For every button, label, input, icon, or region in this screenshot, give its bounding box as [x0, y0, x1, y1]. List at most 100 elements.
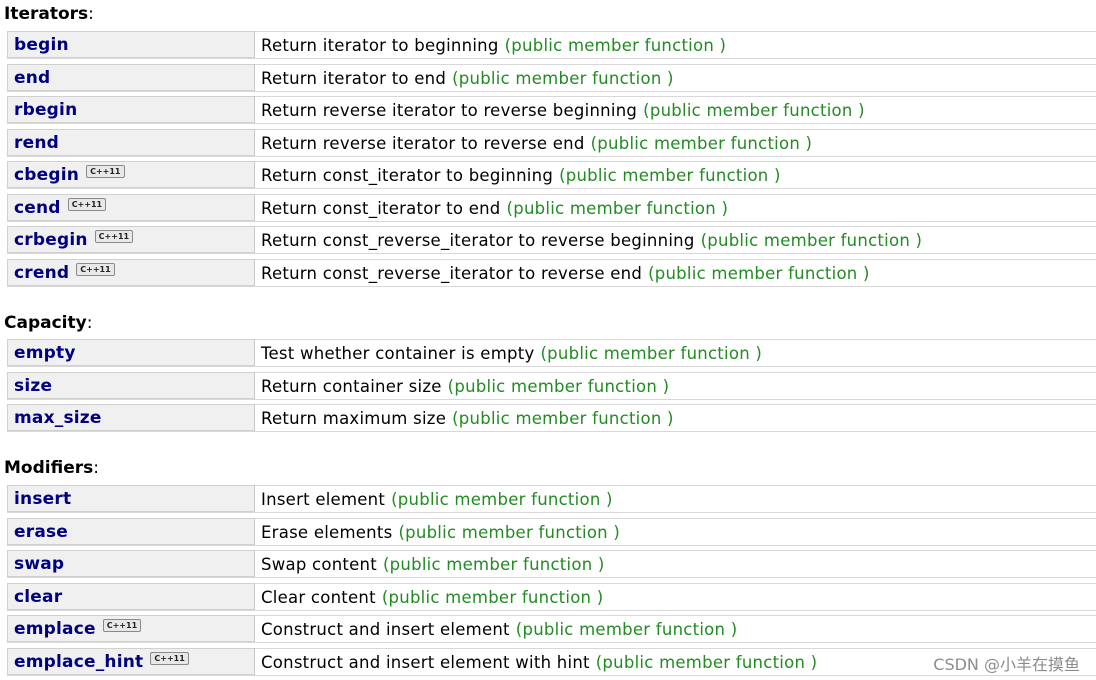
- member-description-cell: Return maximum size (public member functi…: [255, 404, 1096, 431]
- member-kind: (public member function ): [559, 165, 781, 185]
- member-row-crbegin: crbegin C++11 Return const_reverse_iterato…: [7, 226, 1096, 254]
- section-title-text: Modifiers: [4, 458, 94, 478]
- member-description: Return reverse iterator to reverse begin…: [261, 100, 638, 120]
- cpp11-badge-icon: C++11: [86, 165, 125, 178]
- section-title-colon: :: [93, 458, 99, 478]
- member-link-begin[interactable]: begin: [14, 35, 69, 55]
- member-link-clear[interactable]: clear: [14, 587, 62, 607]
- member-description: Erase elements: [261, 522, 393, 542]
- member-description-cell: Return const_iterator to beginning (publi…: [255, 161, 1096, 188]
- member-description: Test whether container is empty: [261, 343, 535, 363]
- member-kind: (public member function ): [452, 68, 674, 88]
- member-link-max-size[interactable]: max_size: [14, 408, 102, 428]
- member-name-cell: swap: [7, 550, 255, 577]
- member-name-cell: cbegin C++11: [7, 161, 255, 188]
- member-row-erase: erase Erase elements (public member functi…: [7, 518, 1096, 546]
- member-description: Construct and insert element: [261, 619, 510, 639]
- member-description-cell: Insert element (public member function ): [255, 485, 1096, 512]
- member-kind: (public member function ): [398, 522, 621, 542]
- member-kind: (public member function ): [515, 619, 738, 639]
- member-name-cell: emplace C++11: [7, 615, 255, 642]
- member-description-cell: Return reverse iterator to reverse end (p…: [255, 129, 1096, 156]
- member-kind: (public member function ): [381, 587, 604, 607]
- member-description: Construct and insert element with hint: [261, 652, 590, 672]
- member-description: Swap content: [261, 554, 377, 574]
- member-row-emplace: emplace C++11 Construct and insert element…: [7, 615, 1096, 643]
- member-description-cell: Return iterator to end (public member fun…: [255, 64, 1096, 91]
- member-row-begin: begin Return iterator to beginning (public…: [7, 31, 1096, 59]
- member-description: Return iterator to end: [261, 68, 447, 88]
- member-link-cend[interactable]: cend: [14, 198, 61, 218]
- member-link-crbegin[interactable]: crbegin: [14, 230, 88, 250]
- member-link-empty[interactable]: empty: [14, 343, 76, 363]
- member-description: Return iterator to beginning: [261, 35, 499, 55]
- member-description-cell: Return reverse iterator to reverse begin…: [255, 96, 1096, 123]
- member-row-cend: cend C++11 Return const_iterator to end (pu…: [7, 194, 1096, 222]
- member-kind: (public member function ): [447, 376, 670, 396]
- cpp11-badge-icon: C++11: [76, 263, 115, 276]
- member-link-erase[interactable]: erase: [14, 522, 68, 542]
- cpp11-badge-icon: C++11: [94, 230, 134, 243]
- member-link-rbegin[interactable]: rbegin: [14, 100, 77, 120]
- member-description-cell: Return const_reverse_iterator to reverse…: [255, 226, 1096, 253]
- cpp11-badge-icon: C++11: [150, 652, 189, 665]
- member-kind: (public member function ): [452, 408, 674, 428]
- member-name-cell: size: [7, 372, 255, 399]
- section-title-iterators: Iterators:: [4, 4, 94, 24]
- member-kind: (public member function ): [648, 263, 870, 283]
- member-kind: (public member function ): [504, 35, 727, 55]
- member-link-rend[interactable]: rend: [14, 133, 59, 153]
- member-row-end: end Return iterator to end (public member …: [7, 64, 1096, 92]
- member-description: Return maximum size: [261, 408, 447, 428]
- member-description-cell: Swap content (public member function ): [255, 550, 1096, 577]
- member-name-cell: end: [7, 64, 255, 91]
- member-row-cbegin: cbegin C++11 Return const_iterator to begi…: [7, 161, 1096, 189]
- member-description: Return const_reverse_iterator to reverse…: [261, 230, 695, 250]
- member-name-cell: empty: [7, 339, 255, 366]
- section-title-text: Capacity: [4, 313, 87, 333]
- member-description: Clear content: [261, 587, 376, 607]
- member-row-max-size: max_size Return maximum size (public membe…: [7, 404, 1096, 432]
- member-kind: (public member function ): [700, 230, 923, 250]
- cpp11-badge-icon: C++11: [102, 619, 142, 632]
- member-name-cell: erase: [7, 518, 255, 545]
- member-link-end[interactable]: end: [14, 68, 50, 88]
- member-description: Return const_reverse_iterator to reverse…: [261, 263, 643, 283]
- csdn-watermark: CSDN @小羊在摸鱼: [933, 655, 1080, 674]
- member-row-rbegin: rbegin Return reverse iterator to reverse…: [7, 96, 1096, 124]
- member-link-emplace-hint[interactable]: emplace_hint: [14, 652, 143, 672]
- member-description: Return const_iterator to end: [261, 198, 501, 218]
- member-row-swap: swap Swap content (public member function …: [7, 550, 1096, 578]
- member-kind: (public member function ): [506, 198, 729, 218]
- member-link-size[interactable]: size: [14, 376, 52, 396]
- member-row-crend: crend C++11 Return const_reverse_iterator …: [7, 259, 1096, 287]
- member-description-cell: Return const_reverse_iterator to reverse…: [255, 259, 1096, 286]
- member-kind: (public member function ): [382, 554, 605, 574]
- member-kind: (public member function ): [595, 652, 818, 672]
- member-name-cell: max_size: [7, 404, 255, 431]
- cpp11-badge-icon: C++11: [67, 198, 107, 211]
- member-description-cell: Construct and insert element (public memb…: [255, 615, 1096, 642]
- member-name-cell: clear: [7, 583, 255, 610]
- member-description-cell: Test whether container is empty (public m…: [255, 339, 1096, 366]
- member-link-cbegin[interactable]: cbegin: [14, 165, 79, 185]
- section-title-text: Iterators: [4, 4, 89, 24]
- member-row-size: size Return container size (public member …: [7, 372, 1096, 400]
- member-kind: (public member function ): [391, 489, 613, 509]
- section-title-colon: :: [88, 4, 94, 24]
- section-title-capacity: Capacity:: [4, 313, 92, 333]
- member-link-crend[interactable]: crend: [14, 263, 69, 283]
- section-title-modifiers: Modifiers:: [4, 458, 99, 478]
- member-row-rend: rend Return reverse iterator to reverse e…: [7, 129, 1096, 157]
- member-name-cell: crbegin C++11: [7, 226, 255, 253]
- member-link-emplace[interactable]: emplace: [14, 619, 96, 639]
- member-name-cell: rbegin: [7, 96, 255, 123]
- member-name-cell: insert: [7, 485, 255, 512]
- member-link-swap[interactable]: swap: [14, 554, 64, 574]
- member-kind: (public member function ): [590, 133, 813, 153]
- member-name-cell: cend C++11: [7, 194, 255, 221]
- member-description: Return container size: [261, 376, 442, 396]
- member-description-cell: Erase elements (public member function ): [255, 518, 1096, 545]
- member-kind: (public member function ): [643, 100, 865, 120]
- member-link-insert[interactable]: insert: [14, 489, 71, 509]
